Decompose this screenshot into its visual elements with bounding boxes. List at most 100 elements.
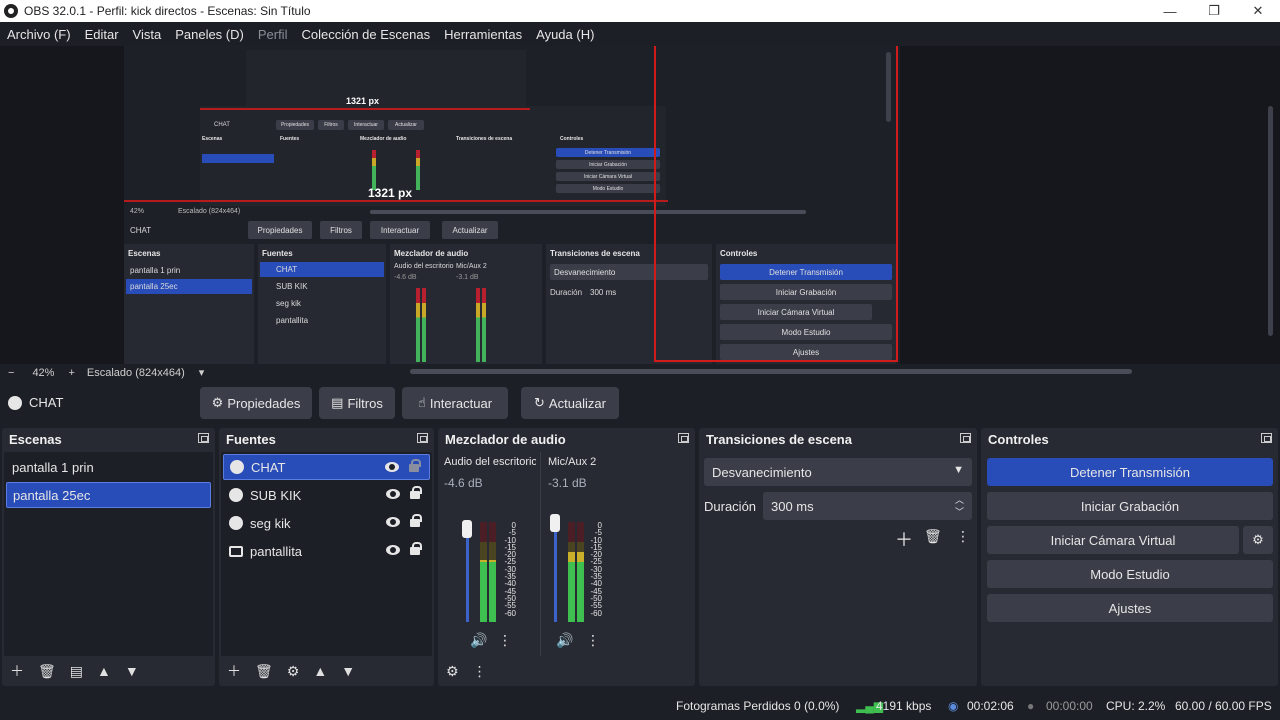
studio-mode-button[interactable]: Modo Estudio (987, 560, 1273, 588)
scene-item-selected[interactable]: pantalla 25ec (6, 482, 211, 508)
mini2-studio: Modo Estudio (556, 184, 660, 193)
unlock-icon[interactable] (409, 459, 421, 472)
spinner-arrows-icon[interactable]: ︿ ﹀ (955, 494, 964, 518)
mini-db-2: -3.1 dB (456, 274, 479, 281)
minimize-button[interactable]: — (1148, 0, 1192, 22)
lock-icon[interactable] (410, 486, 422, 499)
move-down-icon[interactable]: ▼ (341, 663, 355, 679)
source-item[interactable]: SUB KIK (223, 482, 430, 508)
preview-vertical-scrollbar[interactable] (1268, 106, 1273, 336)
menu-ayuda[interactable]: Ayuda (H) (536, 27, 594, 42)
scene-filters-icon[interactable]: ▤ (70, 663, 83, 680)
mini-transitions-dock: Transiciones de escena Desvanecimiento D… (546, 244, 712, 364)
more-options-icon[interactable]: ⋮ (473, 663, 487, 680)
eye-icon[interactable] (386, 517, 400, 527)
scenes-header: Escenas (2, 428, 215, 450)
remove-scene-icon[interactable]: 🗑 (38, 663, 56, 680)
nested-preview-level-2: CHAT Propiedades Filtros Interactuar Act… (200, 106, 666, 206)
close-button[interactable]: ✕ (1236, 0, 1280, 22)
lock-icon[interactable] (410, 514, 422, 527)
volume-slider-handle[interactable] (462, 520, 472, 538)
zoom-in-button[interactable]: + (68, 367, 74, 379)
undock-icon[interactable] (678, 433, 689, 443)
preview-horizontal-scrollbar[interactable] (410, 369, 1132, 374)
title-bar: OBS 32.0.1 - Perfil: kick directos - Esc… (0, 0, 1280, 22)
remove-source-icon[interactable]: 🗑 (255, 663, 273, 680)
menu-coleccion-escenas[interactable]: Colección de Escenas (301, 27, 430, 42)
scale-dropdown-icon[interactable]: ▾ (199, 366, 205, 379)
speaker-icon[interactable]: 🔊 (470, 632, 487, 649)
lock-icon[interactable] (410, 542, 422, 555)
duration-input[interactable]: 300 ms ︿ ﹀ (763, 492, 972, 520)
settings-button[interactable]: Ajustes (987, 594, 1273, 622)
selection-edge-bottom[interactable] (654, 360, 898, 362)
remove-transition-icon[interactable]: 🗑 (924, 528, 942, 545)
mini-scenes-hdr: Escenas (128, 249, 161, 258)
properties-button[interactable]: ⚙ Propiedades (200, 387, 312, 419)
zoom-out-button[interactable]: − (8, 367, 14, 379)
selected-source-name: CHAT (29, 395, 64, 410)
eye-icon[interactable] (385, 462, 399, 472)
source-item[interactable]: pantallita (223, 538, 430, 564)
menu-vista[interactable]: Vista (133, 27, 162, 42)
volume-slider-handle[interactable] (550, 514, 560, 532)
more-options-icon[interactable]: ⋮ (586, 632, 600, 649)
mini-scale: Escalado (824x464) (178, 208, 241, 215)
eye-icon[interactable] (386, 489, 400, 499)
preview-area[interactable]: CHAT Propiedades Filtros Interactuar Act… (0, 46, 1280, 364)
mini2-filters: Filtros (318, 120, 344, 130)
mini-interact: Interactuar (370, 221, 430, 239)
menu-perfil[interactable]: Perfil (258, 27, 288, 42)
source-label: seg kik (250, 515, 291, 531)
undock-icon[interactable] (198, 433, 209, 443)
selection-edge-left[interactable] (654, 46, 656, 362)
level-meter (489, 522, 496, 622)
mini2-stop: Detener Transmisión (556, 148, 660, 157)
speaker-icon[interactable]: 🔊 (556, 632, 573, 649)
interact-button[interactable]: ☝ Interactuar (402, 387, 508, 419)
undock-icon[interactable] (960, 433, 971, 443)
mini2-sources-hdr: Fuentes (280, 136, 300, 142)
move-down-icon[interactable]: ▼ (125, 663, 139, 679)
more-options-icon[interactable]: ⋮ (498, 632, 512, 649)
transition-select[interactable]: Desvanecimiento ▼ (704, 458, 972, 486)
filters-button[interactable]: ▤ Filtros (319, 387, 395, 419)
source-properties-icon[interactable]: ⚙ (287, 663, 300, 680)
source-item-selected[interactable]: CHAT (223, 454, 430, 480)
advanced-audio-icon[interactable]: ⚙ (446, 663, 459, 680)
sources-list: CHAT SUB KIK seg kik pantallita (221, 452, 432, 656)
selection-edge-right[interactable] (896, 46, 898, 362)
maximize-button[interactable]: ❐ (1192, 0, 1236, 22)
refresh-button[interactable]: ↻ Actualizar (521, 387, 619, 419)
source-item[interactable]: seg kik (223, 510, 430, 536)
level-meter (568, 522, 575, 622)
add-transition-icon[interactable]: ＋ (895, 526, 913, 552)
mini-controls-dock: Controles Detener Transmisión Iniciar Gr… (716, 244, 896, 364)
volume-slider-track[interactable] (554, 522, 557, 622)
virtual-camera-settings-button[interactable]: ⚙ (1243, 526, 1273, 554)
eye-icon[interactable] (386, 545, 400, 555)
menu-editar[interactable]: Editar (85, 27, 119, 42)
scene-item[interactable]: pantalla 1 prin (6, 454, 211, 480)
start-virtual-camera-button[interactable]: Iniciar Cámara Virtual (987, 526, 1239, 554)
mixer-title: Mezclador de audio (445, 431, 566, 447)
mini-ctrl-hdr: Controles (720, 249, 758, 258)
add-scene-icon[interactable]: ＋ (10, 661, 24, 681)
mini-db-1: -4.6 dB (394, 274, 417, 281)
level-meter (480, 522, 487, 622)
menu-herramientas[interactable]: Herramientas (444, 27, 522, 42)
stop-streaming-button[interactable]: Detener Transmisión (987, 458, 1273, 486)
more-options-icon[interactable]: ⋮ (956, 528, 970, 545)
undock-icon[interactable] (417, 433, 428, 443)
preview-canvas[interactable]: CHAT Propiedades Filtros Interactuar Act… (124, 46, 900, 364)
start-recording-button[interactable]: Iniciar Grabación (987, 492, 1273, 520)
move-up-icon[interactable]: ▲ (97, 663, 111, 679)
menu-paneles[interactable]: Paneles (D) (175, 27, 244, 42)
undock-icon[interactable] (1261, 433, 1272, 443)
move-up-icon[interactable]: ▲ (313, 663, 327, 679)
mini2-rec: Iniciar Grabación (556, 160, 660, 169)
menu-archivo[interactable]: Archivo (F) (7, 27, 71, 42)
add-source-icon[interactable]: ＋ (227, 661, 241, 681)
channel-name: Mic/Aux 2 (548, 456, 597, 468)
controls-title: Controles (988, 431, 1049, 447)
